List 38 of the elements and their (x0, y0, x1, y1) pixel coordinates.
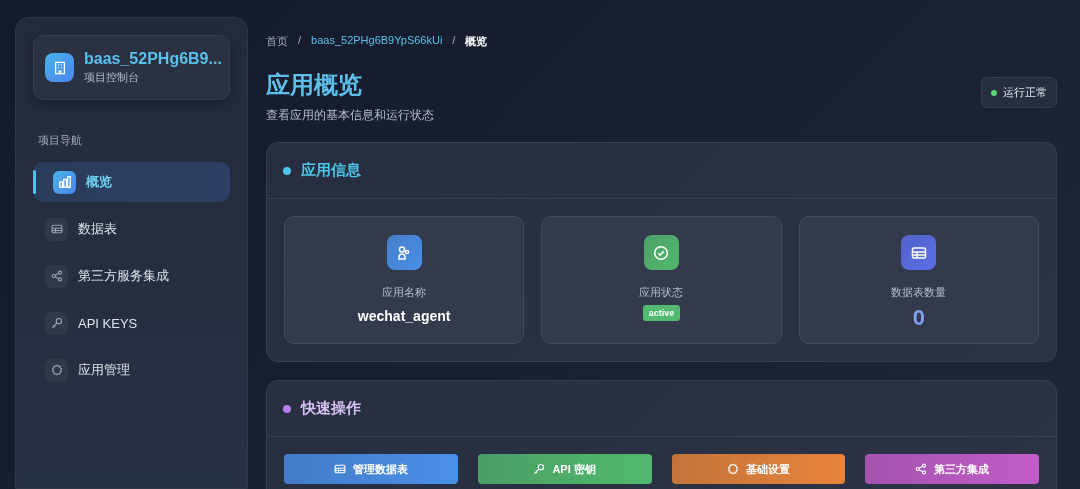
nav-key-icon (50, 317, 63, 329)
button-gear-icon (726, 463, 739, 475)
nav-table-icon (50, 223, 63, 235)
info-count: 0 (912, 305, 925, 331)
nav-item[interactable]: 第三方服务集成 (33, 256, 230, 296)
table-icon (910, 244, 927, 261)
info-label: 数据表数量 (891, 285, 947, 300)
project-name: baas_52PHg6B9... (84, 50, 222, 68)
action-button[interactable]: 第三方集成 (865, 454, 1039, 484)
info-value: wechat_agent (357, 308, 451, 324)
check-circle-icon (653, 244, 670, 261)
action-button[interactable]: 管理数据表 (284, 454, 458, 484)
button-table-icon (333, 463, 346, 475)
nav-heading: 项目导航 (38, 133, 83, 148)
breadcrumb-item: 概览 (465, 34, 488, 49)
button-share-icon (915, 463, 928, 475)
breadcrumb-item[interactable]: 首页 (266, 34, 288, 49)
breadcrumb-item[interactable]: baas_52PHg6B9YpS66kUi (311, 34, 443, 49)
project-subtitle: 项目控制台 (84, 70, 140, 85)
status-tag: active (642, 305, 681, 321)
page-title: 应用概览 (266, 70, 363, 100)
nav-share-icon (50, 270, 63, 282)
nav-gear-icon (50, 364, 63, 376)
section-title: 快速操作 (301, 399, 361, 418)
nav-item[interactable]: API KEYS (33, 303, 230, 343)
section-title: 应用信息 (301, 161, 361, 180)
nav-item[interactable]: 数据表 (33, 209, 230, 249)
building-icon (45, 53, 74, 82)
nav-item[interactable]: 应用管理 (33, 350, 230, 390)
page-subtitle: 查看应用的基本信息和运行状态 (266, 107, 434, 124)
nav-item[interactable]: 概览 (33, 162, 230, 202)
breadcrumb-separator: / (298, 34, 302, 48)
breadcrumb-separator: / (452, 34, 456, 48)
info-label: 应用状态 (639, 285, 684, 300)
info-label: 应用名称 (382, 285, 427, 300)
status-badge: 运行正常 (981, 77, 1057, 108)
button-key-icon (533, 463, 546, 475)
nav-bar-chart-icon (57, 175, 72, 189)
